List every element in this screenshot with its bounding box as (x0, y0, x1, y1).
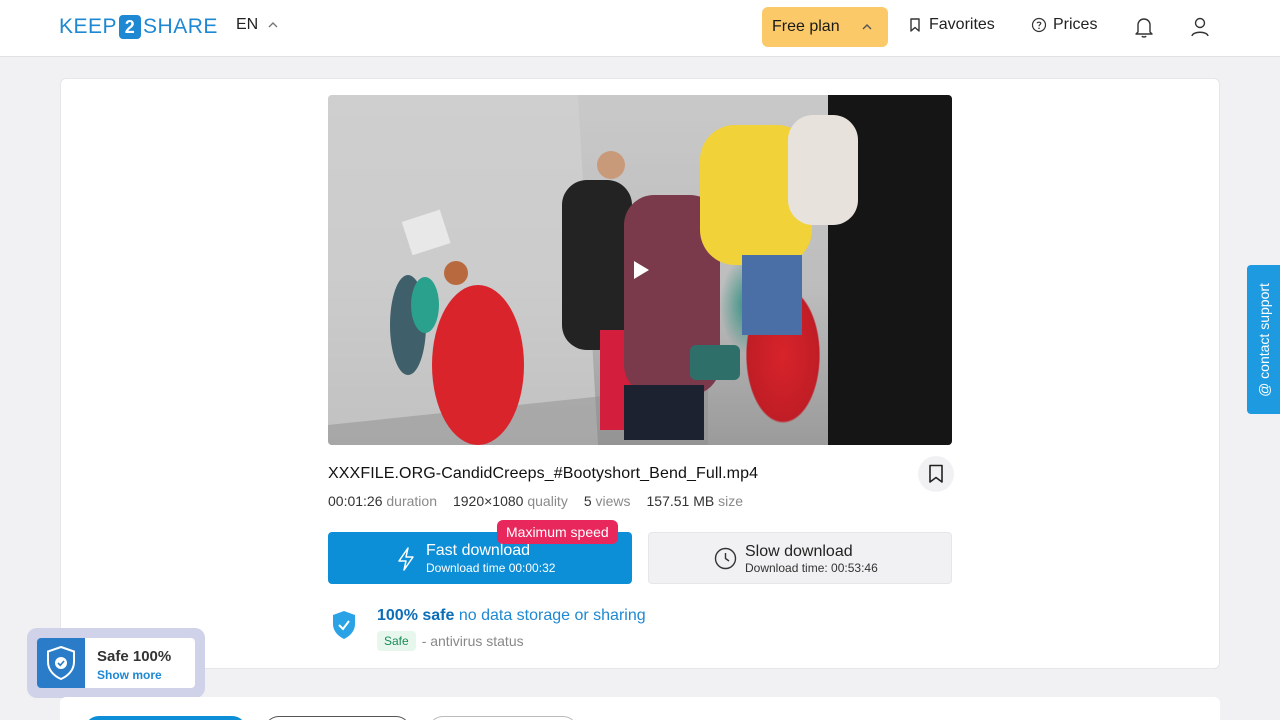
logo-right-text: SHARE (143, 15, 218, 38)
safety-statement: 100% safe no data storage or sharing (377, 607, 646, 625)
size-label: size (718, 493, 744, 509)
shield-check-icon (333, 611, 355, 639)
quality-label: quality (527, 493, 568, 509)
antivirus-label: - antivirus status (421, 633, 524, 649)
help-circle-icon (1031, 17, 1047, 33)
show-more-link[interactable]: Show more (97, 668, 162, 682)
chevron-up-icon (268, 22, 278, 28)
language-label: EN (236, 16, 259, 33)
plan-label: Free plan (772, 18, 840, 35)
contact-support-label: @ contact support (1255, 282, 1272, 397)
views-value: 5 (583, 493, 592, 509)
fast-download-time: Download time 00:00:32 (426, 561, 556, 575)
safe-widget-title: Safe 100% (97, 648, 172, 665)
logo-left-text: KEEP (59, 15, 118, 38)
duration-info: 00:01:26 duration (328, 493, 437, 509)
tab-pill[interactable] (264, 716, 411, 720)
safe-tag: Safe (377, 631, 416, 651)
quality-value: 1920×1080 (452, 493, 524, 509)
logo-number: 2 (119, 15, 142, 39)
favorites-label: Favorites (929, 16, 995, 33)
max-speed-badge: Maximum speed (497, 520, 618, 544)
language-selector[interactable]: EN (236, 16, 278, 34)
play-icon[interactable] (632, 260, 650, 280)
favorites-link[interactable]: Favorites (907, 16, 995, 34)
safety-text: no data storage or sharing (458, 607, 646, 624)
video-preview[interactable] (328, 95, 952, 445)
prices-link[interactable]: Prices (1031, 16, 1097, 34)
user-icon[interactable] (1189, 15, 1211, 39)
add-favorite-button[interactable] (918, 456, 954, 492)
tab-pill[interactable] (428, 716, 578, 720)
views-info: 5 views (584, 493, 631, 509)
slow-download-time: Download time: 00:53:46 (745, 561, 878, 575)
site-logo[interactable]: KEEP 2 SHARE (59, 14, 218, 40)
quality-info: 1920×1080 quality (453, 493, 568, 509)
clock-icon (714, 547, 737, 570)
plan-button[interactable]: Free plan (762, 7, 888, 47)
bookmark-icon (910, 18, 920, 32)
fast-download-label: Fast download (426, 542, 531, 559)
file-name: XXXFILE.ORG-CandidCreeps_#Bootyshort_Ben… (328, 465, 759, 482)
antivirus-status: Safe - antivirus status (377, 631, 524, 651)
safe-widget[interactable]: Safe 100% Show more (27, 628, 205, 698)
bell-icon[interactable] (1133, 15, 1155, 39)
file-meta: 00:01:26 duration 1920×1080 quality 5 vi… (328, 493, 743, 509)
prices-label: Prices (1053, 16, 1098, 33)
duration-value: 00:01:26 (328, 493, 383, 509)
lightning-icon (398, 547, 414, 571)
bookmark-icon (929, 464, 943, 483)
duration-label: duration (386, 493, 437, 509)
contact-support-tab[interactable]: @ contact support (1247, 265, 1280, 414)
views-label: views (595, 493, 631, 509)
tab-pill-active[interactable] (84, 716, 247, 720)
size-info: 157.51 MB size (647, 493, 744, 509)
safe-widget-shield (37, 638, 85, 688)
slow-download-button[interactable]: Slow download Download time: 00:53:46 (648, 532, 952, 584)
top-header: KEEP 2 SHARE EN Free plan Favorites Pric… (0, 0, 1280, 57)
safe-widget-inner: Safe 100% Show more (37, 638, 195, 688)
safety-bold: 100% safe (377, 607, 455, 624)
slow-download-label: Slow download (745, 543, 853, 560)
chevron-up-icon (862, 24, 872, 30)
shield-check-icon (47, 646, 75, 680)
size-value: 157.51 MB (646, 493, 715, 509)
